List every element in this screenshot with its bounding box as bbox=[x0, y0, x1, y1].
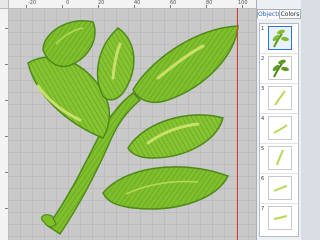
tab-objects[interactable]: Objects bbox=[257, 9, 281, 19]
list-item[interactable]: 1 bbox=[260, 24, 298, 52]
vein-thumb-icon[interactable] bbox=[268, 116, 292, 140]
embroidery-design[interactable] bbox=[8, 8, 256, 240]
leaf-bottom-right bbox=[102, 166, 230, 210]
leaf-top-small bbox=[42, 20, 96, 68]
list-item[interactable]: 6 bbox=[260, 174, 298, 202]
tab-colors[interactable]: Colors bbox=[279, 9, 301, 19]
object-number: 4 bbox=[261, 116, 265, 122]
ruler-label: -20 bbox=[28, 0, 37, 6]
list-item[interactable]: 7 bbox=[260, 204, 298, 232]
vein-thumb-icon[interactable] bbox=[268, 206, 292, 230]
object-number: 3 bbox=[261, 86, 265, 92]
list-item[interactable]: 2 bbox=[260, 54, 298, 82]
object-number: 5 bbox=[261, 146, 265, 152]
design-canvas[interactable] bbox=[8, 8, 256, 240]
branch-thumb-icon[interactable] bbox=[268, 26, 292, 50]
guide-line[interactable] bbox=[237, 8, 238, 240]
object-number: 6 bbox=[261, 176, 265, 182]
vein-thumb-icon[interactable] bbox=[268, 86, 292, 110]
ruler-label: 0 bbox=[66, 0, 70, 6]
objects-panel: Objects Colors 1 2 3 4 5 6 7 bbox=[256, 0, 301, 240]
list-item[interactable]: 3 bbox=[260, 84, 298, 112]
panel-tabs: Objects Colors bbox=[257, 9, 301, 19]
object-number: 7 bbox=[261, 206, 265, 212]
leaf-middle-right bbox=[127, 114, 224, 159]
vein-thumb-icon[interactable] bbox=[268, 146, 292, 170]
vein-thumb-icon[interactable] bbox=[268, 176, 292, 200]
list-item[interactable]: 4 bbox=[260, 114, 298, 142]
object-number: 2 bbox=[261, 56, 265, 62]
leaves-thumb-icon[interactable] bbox=[268, 56, 292, 80]
object-list[interactable]: 1 2 3 4 5 6 7 bbox=[259, 23, 299, 237]
leaf-top-right bbox=[132, 25, 239, 103]
list-item[interactable]: 5 bbox=[260, 144, 298, 172]
object-number: 1 bbox=[261, 26, 265, 32]
